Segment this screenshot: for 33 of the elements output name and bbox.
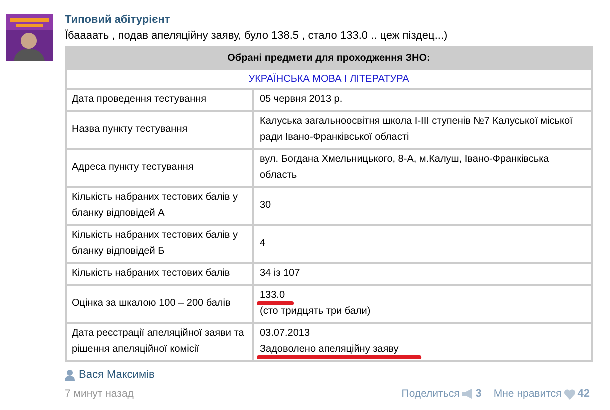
table-cell: Кількість набраних тестових балів у бланку відповідей Б bbox=[66, 225, 253, 263]
table-cell: Назва пункту тестування bbox=[66, 111, 253, 149]
heart-icon bbox=[564, 388, 576, 400]
table-cell: Кількість набраних тестових балів у бланку відповідей А bbox=[66, 187, 253, 225]
author-name[interactable]: Типовий абітурієнт bbox=[65, 14, 602, 26]
cell-value: 34 із 107 bbox=[260, 268, 300, 279]
cell-value: (сто тридцять три бали) bbox=[260, 306, 371, 317]
cell-value: 133.0 bbox=[260, 290, 286, 301]
subject-title: УКРАЇНСЬКА МОВА І ЛІТЕРАТУРА bbox=[66, 69, 592, 89]
underline-mark bbox=[256, 301, 295, 306]
cell-value: 4 bbox=[260, 238, 266, 249]
megaphone-icon bbox=[462, 389, 474, 399]
cell-value: 03.07.2013 bbox=[260, 328, 310, 339]
table-cell: Адреса пункту тестування bbox=[66, 149, 253, 187]
table-cell: Дата проведення тестування bbox=[66, 89, 253, 111]
avatar[interactable] bbox=[6, 14, 53, 61]
share-link[interactable]: Поделиться bbox=[402, 388, 460, 400]
table-header: Обрані предмети для проходження ЗНО: bbox=[66, 47, 592, 69]
table-cell: Оцінка за шкалою 100 – 200 балів bbox=[66, 285, 253, 323]
person-icon bbox=[65, 370, 75, 380]
signer-link[interactable]: Вася Максимів bbox=[79, 369, 155, 381]
cell-value: 30 bbox=[260, 200, 272, 211]
cell-value: Калуська загальноосвітня школа І-ІІІ ступенів №7 Калуської міської ради Івано-Франківської області bbox=[260, 116, 573, 143]
cell-value: Задоволено апеляційну заяву bbox=[260, 344, 399, 355]
like-link[interactable]: Мне нравится bbox=[494, 388, 562, 400]
table-cell: Дата реєстрації апеляційної заяви та рішення апеляційної комісії bbox=[66, 323, 253, 361]
post-time[interactable]: 7 минут назад bbox=[65, 388, 134, 400]
share-count: 3 bbox=[476, 388, 482, 400]
table-cell: Кількість набраних тестових балів bbox=[66, 263, 253, 285]
like-count: 42 bbox=[578, 388, 590, 400]
cell-value: вул. Богдана Хмельницького, 8-А, м.Калуш, Івано-Франківська область bbox=[260, 154, 550, 181]
cell-value: 05 червня 2013 р. bbox=[260, 94, 343, 105]
post-text: Їбаааать , подав апеляційну заяву, було 138.5 , стало 133.0 .. цеж піздец...) bbox=[65, 30, 449, 42]
